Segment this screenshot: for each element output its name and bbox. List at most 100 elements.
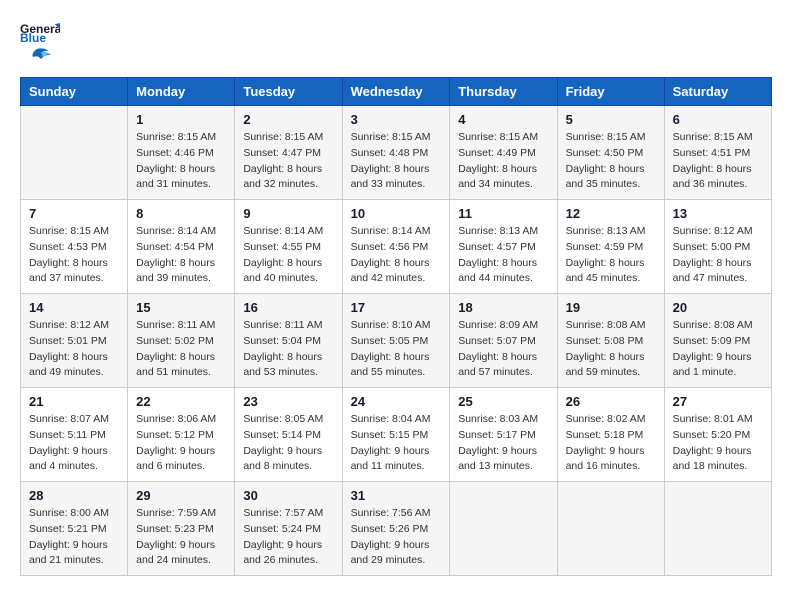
day-info: Sunrise: 8:02 AMSunset: 5:18 PMDaylight:… (566, 412, 656, 475)
day-info: Sunrise: 8:04 AMSunset: 5:15 PMDaylight:… (351, 412, 442, 475)
day-info: Sunrise: 8:03 AMSunset: 5:17 PMDaylight:… (458, 412, 548, 475)
day-info: Sunrise: 8:11 AMSunset: 5:02 PMDaylight:… (136, 318, 226, 381)
day-number: 9 (243, 206, 333, 221)
calendar-cell: 13 Sunrise: 8:12 AMSunset: 5:00 PMDayligh… (664, 200, 771, 294)
calendar-cell: 31 Sunrise: 7:56 AMSunset: 5:26 PMDayligh… (342, 482, 450, 576)
calendar-cell: 27 Sunrise: 8:01 AMSunset: 5:20 PMDayligh… (664, 388, 771, 482)
day-info: Sunrise: 8:14 AMSunset: 4:56 PMDaylight:… (351, 224, 442, 287)
day-info: Sunrise: 8:15 AMSunset: 4:53 PMDaylight:… (29, 224, 119, 287)
day-info: Sunrise: 8:15 AMSunset: 4:48 PMDaylight:… (351, 130, 442, 193)
day-header-saturday: Saturday (664, 78, 771, 106)
calendar-cell: 22Sunrise: 8:06 AMSunset: 5:12 PMDayligh… (128, 388, 235, 482)
day-number: 3 (351, 112, 442, 127)
day-info: Sunrise: 8:06 AMSunset: 5:12 PMDaylight:… (136, 412, 226, 475)
calendar-cell: 7 Sunrise: 8:15 AMSunset: 4:53 PMDaylight… (21, 200, 128, 294)
day-header-monday: Monday (128, 78, 235, 106)
day-info: Sunrise: 8:10 AMSunset: 5:05 PMDaylight:… (351, 318, 442, 381)
day-info: Sunrise: 8:01 AMSunset: 5:20 PMDaylight:… (673, 412, 763, 475)
day-header-friday: Friday (557, 78, 664, 106)
day-info: Sunrise: 8:08 AMSunset: 5:08 PMDaylight:… (566, 318, 656, 381)
calendar-cell: 29 Sunrise: 7:59 AMSunset: 5:23 PMDayligh… (128, 482, 235, 576)
day-number: 6 (673, 112, 763, 127)
calendar-cell: 21 Sunrise: 8:07 AMSunset: 5:11 PMDayligh… (21, 388, 128, 482)
day-info: Sunrise: 8:15 AMSunset: 4:51 PMDaylight:… (673, 130, 763, 193)
calendar-cell: 25 Sunrise: 8:03 AMSunset: 5:17 PMDayligh… (450, 388, 557, 482)
day-info: Sunrise: 8:09 AMSunset: 5:07 PMDaylight:… (458, 318, 548, 381)
day-info: Sunrise: 8:07 AMSunset: 5:11 PMDaylight:… (29, 412, 119, 475)
day-info: Sunrise: 8:15 AMSunset: 4:46 PMDaylight:… (136, 130, 226, 193)
day-number: 16 (243, 300, 333, 315)
day-info: Sunrise: 8:12 AMSunset: 5:01 PMDaylight:… (29, 318, 119, 381)
day-number: 27 (673, 394, 763, 409)
logo: General Blue (20, 20, 60, 67)
day-header-sunday: Sunday (21, 78, 128, 106)
calendar-cell: 2 Sunrise: 8:15 AMSunset: 4:47 PMDaylight… (235, 106, 342, 200)
calendar-cell: 8 Sunrise: 8:14 AMSunset: 4:54 PMDaylight… (128, 200, 235, 294)
day-number: 23 (243, 394, 333, 409)
svg-text:Blue: Blue (20, 31, 46, 45)
day-info: Sunrise: 8:15 AMSunset: 4:47 PMDaylight:… (243, 130, 333, 193)
day-info: Sunrise: 8:15 AMSunset: 4:50 PMDaylight:… (566, 130, 656, 193)
calendar-cell: 6 Sunrise: 8:15 AMSunset: 4:51 PMDaylight… (664, 106, 771, 200)
calendar-cell: 9Sunrise: 8:14 AMSunset: 4:55 PMDaylight… (235, 200, 342, 294)
day-header-wednesday: Wednesday (342, 78, 450, 106)
day-number: 18 (458, 300, 548, 315)
day-header-thursday: Thursday (450, 78, 557, 106)
day-number: 21 (29, 394, 119, 409)
calendar-cell: 15 Sunrise: 8:11 AMSunset: 5:02 PMDayligh… (128, 294, 235, 388)
day-info: Sunrise: 7:59 AMSunset: 5:23 PMDaylight:… (136, 506, 226, 569)
calendar-cell (557, 482, 664, 576)
calendar-cell: 26 Sunrise: 8:02 AMSunset: 5:18 PMDayligh… (557, 388, 664, 482)
day-number: 17 (351, 300, 442, 315)
day-number: 10 (351, 206, 442, 221)
day-info: Sunrise: 7:57 AMSunset: 5:24 PMDaylight:… (243, 506, 333, 569)
day-info: Sunrise: 8:12 AMSunset: 5:00 PMDaylight:… (673, 224, 763, 287)
day-info: Sunrise: 8:11 AMSunset: 5:04 PMDaylight:… (243, 318, 333, 381)
day-info: Sunrise: 8:08 AMSunset: 5:09 PMDaylight:… (673, 318, 763, 381)
calendar-cell: 14 Sunrise: 8:12 AMSunset: 5:01 PMDayligh… (21, 294, 128, 388)
page-header: General Blue (20, 20, 772, 67)
day-number: 12 (566, 206, 656, 221)
day-number: 4 (458, 112, 548, 127)
day-number: 30 (243, 488, 333, 503)
calendar-cell (450, 482, 557, 576)
calendar-cell: 17 Sunrise: 8:10 AMSunset: 5:05 PMDayligh… (342, 294, 450, 388)
calendar-cell: 19 Sunrise: 8:08 AMSunset: 5:08 PMDayligh… (557, 294, 664, 388)
day-info: Sunrise: 8:14 AMSunset: 4:54 PMDaylight:… (136, 224, 226, 287)
day-info: Sunrise: 7:56 AMSunset: 5:26 PMDaylight:… (351, 506, 442, 569)
day-number: 19 (566, 300, 656, 315)
day-number: 29 (136, 488, 226, 503)
calendar-cell: 30 Sunrise: 7:57 AMSunset: 5:24 PMDayligh… (235, 482, 342, 576)
calendar-cell (664, 482, 771, 576)
day-number: 15 (136, 300, 226, 315)
calendar-cell: 28 Sunrise: 8:00 AMSunset: 5:21 PMDayligh… (21, 482, 128, 576)
day-info: Sunrise: 8:05 AMSunset: 5:14 PMDaylight:… (243, 412, 333, 475)
day-number: 28 (29, 488, 119, 503)
day-info: Sunrise: 8:13 AMSunset: 4:59 PMDaylight:… (566, 224, 656, 287)
day-number: 31 (351, 488, 442, 503)
day-number: 25 (458, 394, 548, 409)
day-number: 2 (243, 112, 333, 127)
calendar-table: SundayMondayTuesdayWednesdayThursdayFrid… (20, 77, 772, 576)
calendar-cell (21, 106, 128, 200)
calendar-cell: 10 Sunrise: 8:14 AMSunset: 4:56 PMDayligh… (342, 200, 450, 294)
day-number: 14 (29, 300, 119, 315)
day-header-tuesday: Tuesday (235, 78, 342, 106)
day-number: 8 (136, 206, 226, 221)
day-info: Sunrise: 8:15 AMSunset: 4:49 PMDaylight:… (458, 130, 548, 193)
day-number: 26 (566, 394, 656, 409)
day-info: Sunrise: 8:00 AMSunset: 5:21 PMDaylight:… (29, 506, 119, 569)
calendar-cell: 16 Sunrise: 8:11 AMSunset: 5:04 PMDayligh… (235, 294, 342, 388)
day-number: 11 (458, 206, 548, 221)
day-number: 20 (673, 300, 763, 315)
calendar-cell: 4 Sunrise: 8:15 AMSunset: 4:49 PMDaylight… (450, 106, 557, 200)
calendar-cell: 24Sunrise: 8:04 AMSunset: 5:15 PMDayligh… (342, 388, 450, 482)
calendar-cell: 23 Sunrise: 8:05 AMSunset: 5:14 PMDayligh… (235, 388, 342, 482)
day-number: 13 (673, 206, 763, 221)
day-number: 1 (136, 112, 226, 127)
day-info: Sunrise: 8:13 AMSunset: 4:57 PMDaylight:… (458, 224, 548, 287)
calendar-cell: 3 Sunrise: 8:15 AMSunset: 4:48 PMDaylight… (342, 106, 450, 200)
calendar-cell: 20 Sunrise: 8:08 AMSunset: 5:09 PMDayligh… (664, 294, 771, 388)
day-number: 7 (29, 206, 119, 221)
calendar-cell: 1 Sunrise: 8:15 AMSunset: 4:46 PMDaylight… (128, 106, 235, 200)
